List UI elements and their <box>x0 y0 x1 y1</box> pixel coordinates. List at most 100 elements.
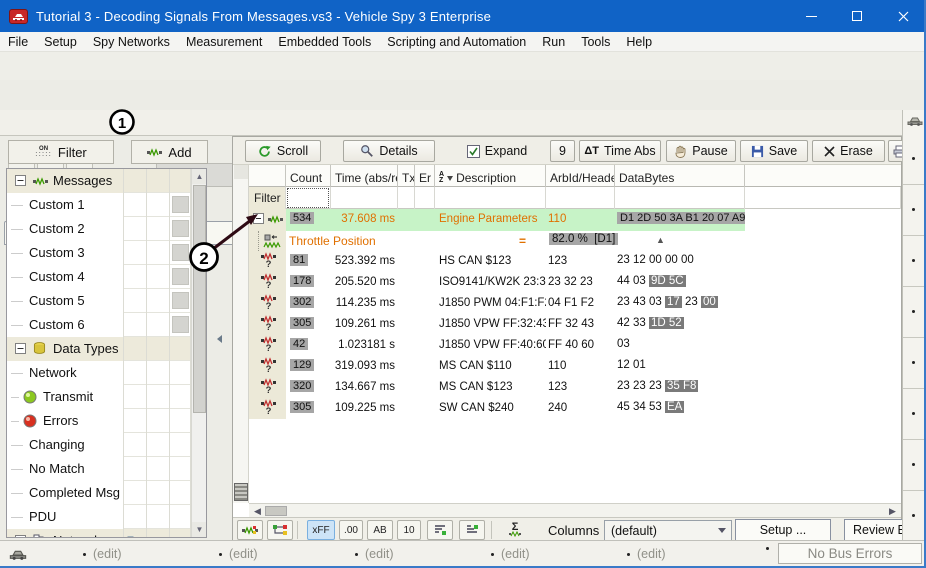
scroll-left-icon[interactable]: ◀ <box>251 505 264 517</box>
expander-icon[interactable] <box>15 175 26 186</box>
tree-item-data-types[interactable]: Data Types <box>7 337 191 361</box>
columns-select[interactable]: (default) <box>604 520 732 541</box>
dock-panel-handle[interactable] <box>903 338 926 389</box>
scroll-down-icon[interactable]: ▼ <box>192 522 207 537</box>
tree-grid-cell[interactable] <box>146 265 169 289</box>
expander-icon[interactable] <box>15 535 26 538</box>
filter-button[interactable]: ON::::: Filter <box>8 140 114 164</box>
tree-grid-cell[interactable] <box>123 409 146 433</box>
table-row[interactable]: ?305109.261 msJ1850 VPW FF:32:43FF 32 43… <box>249 314 901 335</box>
header-count[interactable]: Count <box>286 165 331 187</box>
dock-panel-handle[interactable] <box>903 134 926 185</box>
header-tx[interactable]: Tx <box>398 165 415 187</box>
tree-item-custom-2[interactable]: Custom 2 <box>7 217 191 241</box>
tree-item-custom-6[interactable]: Custom 6 <box>7 313 191 337</box>
dock-panel-handle[interactable] <box>903 389 926 440</box>
signal-view-button[interactable] <box>237 520 263 540</box>
minimize-button[interactable] <box>788 0 834 32</box>
status-edit-segment[interactable]: (edit) <box>355 547 393 561</box>
save-button[interactable]: Save <box>740 140 808 162</box>
scroll-right-icon[interactable]: ▶ <box>886 505 899 517</box>
totals-button[interactable]: Σ <box>501 520 529 540</box>
tree-grid-cell[interactable] <box>169 265 191 289</box>
tree-item-pdu[interactable]: PDU <box>7 505 191 529</box>
tree-grid-cell[interactable] <box>169 409 191 433</box>
menu-item-tools[interactable]: Tools <box>573 35 618 49</box>
tree-grid-cell[interactable] <box>169 433 191 457</box>
tree-grid-cell[interactable] <box>146 241 169 265</box>
filter-tx-input[interactable] <box>398 187 415 209</box>
tree-grid-cell[interactable] <box>169 337 191 361</box>
tree-grid-cell[interactable] <box>123 217 146 241</box>
table-row[interactable]: ?302114.235 msJ1850 PWM 04:F1:F204 F1 F2… <box>249 293 901 314</box>
tree-grid-cell[interactable] <box>123 529 146 538</box>
tree-grid-cell[interactable] <box>123 193 146 217</box>
header-arbid[interactable]: ArbId/Header <box>546 165 615 187</box>
network-view-button[interactable] <box>267 520 293 540</box>
binary-display-button[interactable]: 10 <box>397 520 421 540</box>
tree-grid-cell[interactable] <box>146 289 169 313</box>
tree-grid-cell[interactable] <box>123 241 146 265</box>
tree-grid-cell[interactable] <box>146 337 169 361</box>
expand-checkbox[interactable]: Expand <box>452 140 542 162</box>
menu-item-file[interactable]: File <box>0 35 36 49</box>
filter-count-input[interactable] <box>286 187 331 209</box>
sort-ascending-button[interactable] <box>427 520 453 540</box>
hex-display-button[interactable]: xFF <box>307 520 335 540</box>
tree-grid-cell[interactable] <box>146 505 169 529</box>
tree-grid-cell[interactable] <box>146 361 169 385</box>
tree-grid-cell[interactable] <box>123 337 146 361</box>
tree-grid-cell[interactable] <box>169 457 191 481</box>
tree-grid-cell[interactable] <box>123 169 146 193</box>
dock-panel-handle[interactable] <box>903 236 926 287</box>
scrollbar-top-box[interactable] <box>234 165 248 179</box>
tree-grid-cell[interactable] <box>146 433 169 457</box>
tree-grid-cell[interactable] <box>169 529 191 538</box>
menu-item-measurement[interactable]: Measurement <box>178 35 270 49</box>
collapse-expander-icon[interactable] <box>253 213 264 224</box>
tree-item-transmit[interactable]: Transmit <box>7 385 191 409</box>
menu-item-scripting-and-automation[interactable]: Scripting and Automation <box>379 35 534 49</box>
tree-item-custom-3[interactable]: Custom 3 <box>7 241 191 265</box>
menu-item-embedded-tools[interactable]: Embedded Tools <box>270 35 379 49</box>
color-box[interactable] <box>172 316 189 333</box>
ascii-display-button[interactable]: AB <box>367 520 393 540</box>
scrollbar-thumb[interactable] <box>234 483 248 501</box>
menu-item-run[interactable]: Run <box>534 35 573 49</box>
menu-item-help[interactable]: Help <box>618 35 660 49</box>
tree-grid-cell[interactable] <box>123 457 146 481</box>
tree-grid-cell[interactable] <box>169 361 191 385</box>
tree-grid-cell[interactable] <box>146 409 169 433</box>
status-edit-segment[interactable]: (edit) <box>219 547 257 561</box>
color-box[interactable] <box>172 292 189 309</box>
tree-grid-cell[interactable] <box>123 289 146 313</box>
close-button[interactable] <box>880 0 926 32</box>
status-edit-segment[interactable]: (edit) <box>627 547 665 561</box>
tree-item-custom-4[interactable]: Custom 4 <box>7 265 191 289</box>
tree-grid-cell[interactable] <box>169 217 191 241</box>
table-row[interactable]: ?305109.225 msSW CAN $24024045 34 53 EA <box>249 398 901 419</box>
tree-scrollbar-thumb[interactable] <box>193 185 206 413</box>
tree-grid-cell[interactable] <box>123 433 146 457</box>
checkbox-checked-icon[interactable] <box>467 145 480 158</box>
tree-grid-cell[interactable] <box>123 313 146 337</box>
tree-item-no-match[interactable]: No Match <box>7 457 191 481</box>
header-description[interactable]: AZ Description <box>435 165 546 187</box>
menu-item-spy-networks[interactable]: Spy Networks <box>85 35 178 49</box>
tree-grid-cell[interactable] <box>169 505 191 529</box>
tree-item-networks[interactable]: Networks <box>7 529 191 538</box>
header-er[interactable]: Er <box>415 165 435 187</box>
tree-grid-cell[interactable] <box>123 505 146 529</box>
filter-er-input[interactable] <box>415 187 435 209</box>
tree-grid-cell[interactable] <box>146 313 169 337</box>
tree-grid-cell[interactable] <box>146 217 169 241</box>
tree-grid-cell[interactable] <box>169 385 191 409</box>
time-abs-button[interactable]: ΔT Time Abs <box>579 140 661 162</box>
filter-arbid-input[interactable] <box>546 187 615 209</box>
details-button[interactable]: Details <box>343 140 435 162</box>
filter-description-input[interactable] <box>435 187 546 209</box>
table-row[interactable]: ?178205.520 msISO9141/KW2K 23:32:2323 32… <box>249 272 901 293</box>
h-scrollbar-thumb[interactable] <box>265 506 287 516</box>
tree-grid-cell[interactable] <box>146 529 169 538</box>
tree-grid-cell[interactable] <box>123 385 146 409</box>
